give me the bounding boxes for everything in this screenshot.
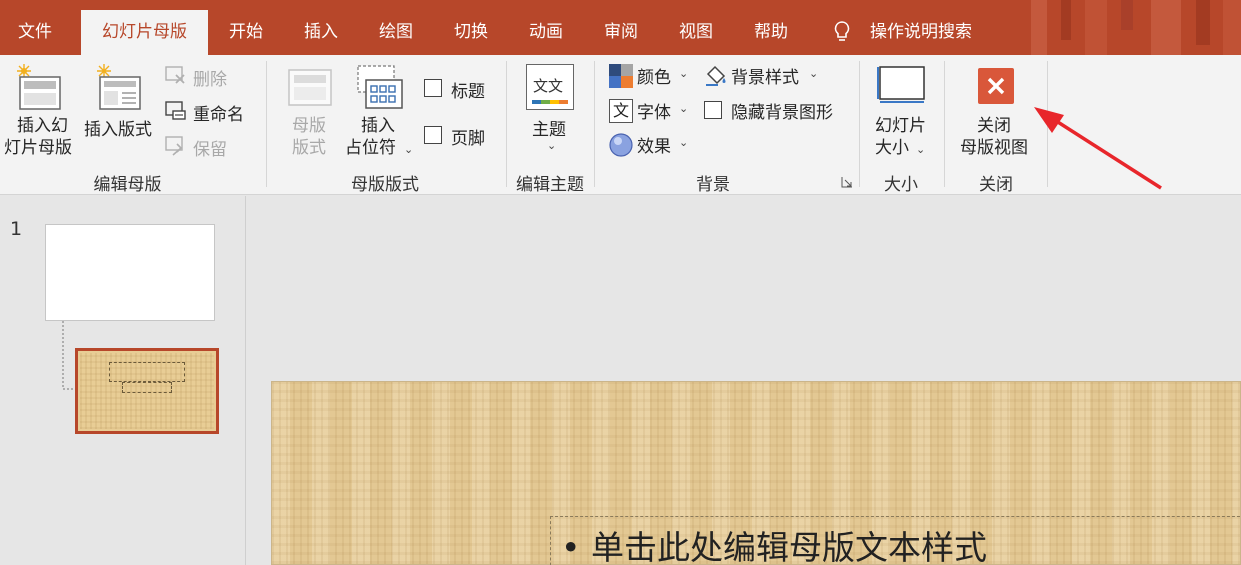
group-label-master-layout: 母版版式 (351, 175, 419, 195)
chevron-down-icon: ⌄ (404, 143, 414, 156)
chevron-down-icon: ⌄ (679, 102, 689, 115)
insert-placeholder-icon (357, 65, 403, 109)
chevron-down-icon: ⌄ (679, 67, 689, 80)
chevron-down-icon: ⌄ (809, 67, 819, 80)
slide-master-thumbnail[interactable] (45, 224, 215, 321)
annotation-arrow (1034, 107, 1162, 190)
group-label-edit-theme: 编辑主题 (516, 175, 584, 195)
background-styles-button[interactable]: 背景样式 (731, 63, 799, 88)
group-label-close: 关闭 (979, 175, 1013, 195)
slide-number: 1 (10, 218, 23, 240)
hide-background-graphics-checkbox[interactable] (704, 101, 722, 119)
insert-slide-master-icon (12, 63, 66, 113)
slide-size-icon (877, 66, 925, 103)
fonts-button[interactable]: 字体 (637, 98, 671, 123)
group-label-edit-master: 编辑母版 (93, 175, 162, 195)
themes-button[interactable]: 主题 (532, 115, 566, 140)
tab-draw[interactable]: 绘图 (362, 10, 430, 55)
footer-checkbox-label: 页脚 (451, 129, 485, 149)
group-separator (266, 61, 267, 187)
title-checkbox-label: 标题 (451, 82, 485, 102)
tell-me-search[interactable]: 操作说明搜索 (826, 10, 986, 55)
paint-bucket-icon (706, 65, 726, 86)
lightbulb-icon (834, 21, 850, 41)
master-layout-icon (288, 69, 332, 106)
fonts-icon: 文 (609, 99, 633, 123)
tab-home[interactable]: 开始 (212, 10, 280, 55)
insert-slide-master-button[interactable]: 插入幻 灯片母版 (4, 115, 72, 159)
insert-layout-button[interactable]: 插入版式 (84, 115, 152, 140)
slide-canvas[interactable]: • 单击此处编辑母版文本样式 (271, 381, 1241, 565)
group-label-size: 大小 (884, 175, 918, 195)
slide-editing-area: • 单击此处编辑母版文本样式 (247, 196, 1241, 565)
tab-review[interactable]: 审阅 (587, 10, 655, 55)
group-separator (506, 61, 507, 187)
tab-insert[interactable]: 插入 (287, 10, 355, 55)
close-master-view-icon (978, 68, 1014, 104)
dialog-launcher-icon[interactable] (841, 176, 853, 188)
colors-button[interactable]: 颜色 (637, 63, 671, 88)
group-separator (859, 61, 860, 187)
body-placeholder[interactable]: • 单击此处编辑母版文本样式 (550, 516, 1241, 565)
effects-button[interactable]: 效果 (637, 132, 671, 157)
tab-animations[interactable]: 动画 (512, 10, 580, 55)
tab-file[interactable]: 文件 (0, 10, 70, 55)
tab-slide-master[interactable]: 幻灯片母版 (81, 10, 208, 55)
delete-button[interactable]: 删除 (193, 65, 227, 90)
layout-thumbnail[interactable] (75, 348, 219, 434)
close-master-view-button[interactable]: 关闭 母版视图 (960, 115, 1028, 159)
themes-icon: 文文 (526, 64, 574, 110)
effects-icon (609, 133, 633, 157)
colors-icon (609, 64, 633, 88)
slide-thumbnail-panel: 1 (0, 196, 246, 565)
ribbon-tab-bar: 文件 幻灯片母版 开始 插入 绘图 切换 动画 审阅 视图 帮助 操作说明搜索 (0, 0, 1241, 55)
footer-checkbox[interactable] (424, 126, 442, 144)
bullet-text: • 单击此处编辑母版文本样式 (561, 528, 987, 565)
rename-button[interactable]: 重命名 (193, 100, 244, 125)
rename-icon (165, 101, 186, 120)
tab-transitions[interactable]: 切换 (437, 10, 505, 55)
group-label-background: 背景 (696, 175, 730, 195)
preserve-button[interactable]: 保留 (193, 135, 227, 160)
preserve-icon (165, 136, 183, 156)
delete-icon (165, 66, 185, 84)
title-bar-decoration (1031, 0, 1241, 55)
chevron-down-icon: ⌄ (547, 139, 557, 152)
insert-placeholder-button[interactable]: 插入 占位符 (345, 115, 396, 159)
tab-help[interactable]: 帮助 (737, 10, 805, 55)
title-checkbox[interactable] (424, 79, 442, 97)
chevron-down-icon: ⌄ (679, 136, 689, 149)
group-separator (594, 61, 595, 187)
chevron-down-icon: ⌄ (916, 143, 926, 156)
insert-layout-icon (94, 63, 144, 113)
group-separator (944, 61, 945, 187)
tell-me-label: 操作说明搜索 (870, 22, 972, 42)
hide-background-graphics-label: 隐藏背景图形 (731, 103, 833, 123)
tab-view[interactable]: 视图 (662, 10, 730, 55)
master-layout-button[interactable]: 母版 版式 (292, 115, 326, 159)
